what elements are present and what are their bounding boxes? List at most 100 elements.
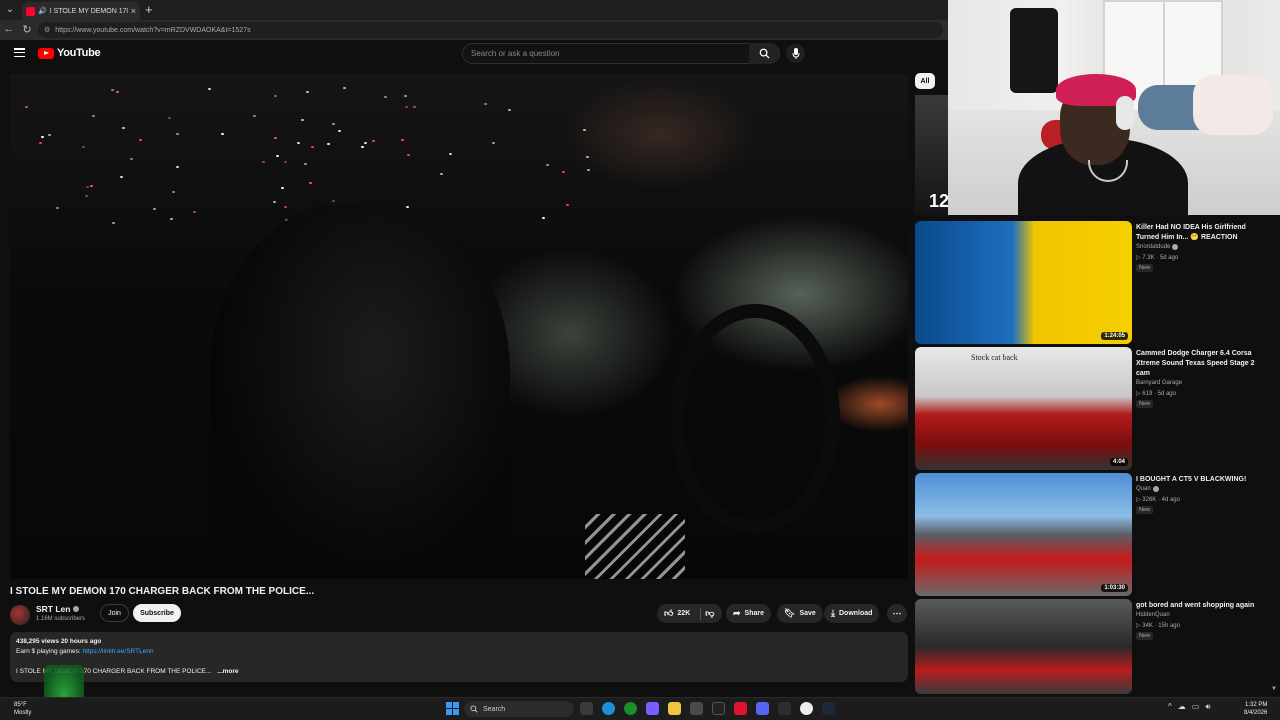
recommendation-thumbnail[interactable]: Stock cat back 4:04 (915, 347, 1132, 470)
more-actions-button[interactable]: ⋯ (887, 604, 907, 623)
star-light (112, 222, 115, 224)
hamburger-menu-icon[interactable] (14, 48, 25, 58)
star-light (401, 139, 404, 141)
app-icon[interactable] (646, 702, 659, 715)
youtube-app-icon[interactable] (734, 702, 747, 715)
description-box[interactable]: 438,295 views 20 hours ago Earn $ playin… (10, 632, 908, 682)
like-count[interactable]: 22K (677, 610, 690, 617)
tab-close-icon[interactable]: × (131, 6, 136, 16)
star-light (311, 146, 314, 148)
voice-search-button[interactable] (786, 44, 805, 63)
share-button[interactable]: ➦ Share (726, 604, 772, 623)
recommendation-item[interactable]: 1:24:05 Killer Had NO IDEA His Girlfrien… (915, 221, 1275, 344)
star-light (208, 88, 211, 90)
new-tab-plus-icon[interactable]: + (145, 2, 153, 17)
clock-date: 8/4/2026 (1244, 710, 1268, 716)
filter-chip-all[interactable]: All (915, 73, 935, 89)
edge-browser-icon[interactable] (602, 702, 615, 715)
new-badge: New (1136, 400, 1154, 408)
recommendation-title[interactable]: got bored and went shopping again (1136, 601, 1261, 611)
recommendation-channel[interactable]: Snordatdude (1136, 244, 1179, 250)
subscribe-button[interactable]: Subscribe (133, 604, 181, 622)
tab-list-chevron-icon[interactable]: ⌄ (3, 3, 17, 17)
partial-thumbnail[interactable]: 12 (915, 95, 948, 215)
browser-tab[interactable]: 🔊 I STOLE MY DEMON 170 CHA × (22, 2, 140, 20)
site-info-icon[interactable]: ⚙ (44, 26, 50, 34)
star-light (413, 106, 416, 108)
join-button[interactable]: Join (100, 604, 129, 622)
youtube-logo[interactable]: YouTube (38, 47, 101, 59)
video-duration: 1:24:05 (1101, 332, 1128, 340)
refresh-icon[interactable]: ↻ (20, 23, 34, 36)
search-input[interactable]: Search or ask a question (462, 43, 780, 64)
star-light (92, 115, 95, 117)
recommendation-thumbnail[interactable]: 1:24:05 (915, 221, 1132, 344)
file-explorer-icon[interactable] (668, 702, 681, 715)
recommendation-thumbnail[interactable]: 1:03:30 (915, 473, 1132, 596)
scroll-down-arrow-icon[interactable]: ▼ (1271, 686, 1277, 692)
weather-widget[interactable]: 85°F Mostly (14, 701, 31, 717)
star-light (364, 142, 367, 144)
recommendation-title[interactable]: I BOUGHT A CT5 V BLACKWING! (1136, 475, 1261, 485)
back-arrow-icon[interactable]: ← (2, 23, 16, 35)
video-title: I STOLE MY DEMON 170 CHARGER BACK FROM T… (10, 586, 315, 597)
star-light (301, 119, 304, 121)
store-icon[interactable] (690, 702, 703, 715)
discord-icon[interactable] (756, 702, 769, 715)
star-light (39, 142, 42, 144)
recommendation-channel-text: Barnyard Garage (1136, 380, 1183, 386)
channel-avatar[interactable] (10, 605, 30, 625)
thumbs-up-icon[interactable]: 👍︎ (664, 608, 673, 619)
recommendation-channel-text: HiddenQuan (1136, 612, 1170, 618)
weather-temp: 85°F (14, 702, 27, 708)
recommendation-item[interactable]: 1:03:30 I BOUGHT A CT5 V BLACKWING! Quan… (915, 473, 1275, 596)
recommendation-meta: ▷ 326K · 4d ago (1136, 496, 1180, 503)
star-light (384, 96, 387, 98)
more-link[interactable]: ...more (217, 668, 238, 675)
star-light (284, 161, 287, 163)
url-field[interactable]: ⚙ https://www.youtube.com/watch?v=mRZDVW… (38, 22, 943, 38)
star-light (562, 171, 565, 173)
recommendation-meta: ▷ 7.3K · 5d ago (1136, 254, 1178, 261)
network-icon[interactable]: ▭ (1192, 702, 1200, 712)
amazon-icon[interactable] (712, 702, 725, 715)
steam-icon[interactable] (822, 702, 835, 715)
taskbar-clock[interactable]: 1:32 PM 8/4/2026 (1244, 701, 1267, 717)
search-icon (759, 48, 770, 59)
star-light (170, 218, 173, 220)
app-icon-2[interactable] (778, 702, 791, 715)
chrome-icon[interactable] (800, 702, 813, 715)
download-button[interactable]: ⤓ Download (824, 604, 880, 623)
verified-badge-icon (1172, 244, 1179, 250)
star-light (338, 130, 341, 132)
tray-chevron-icon[interactable]: ^ (1168, 702, 1172, 712)
video-player[interactable] (10, 74, 908, 579)
recommendation-item[interactable]: got bored and went shopping again Hidden… (915, 599, 1275, 694)
recommendation-title[interactable]: Killer Had NO IDEA His Girlfriend Turned… (1136, 223, 1261, 243)
windows-start-icon[interactable] (446, 702, 459, 715)
star-light (116, 91, 119, 93)
save-button[interactable]: 🔖︎ Save (777, 604, 823, 623)
recommendation-item[interactable]: Stock cat back 4:04 Cammed Dodge Charger… (915, 347, 1275, 470)
channel-name[interactable]: SRT Len (36, 604, 80, 614)
recommendation-channel[interactable]: Barnyard Garage (1136, 380, 1182, 386)
volume-icon[interactable]: 🔊︎ (1205, 702, 1210, 712)
recommendation-title[interactable]: Cammed Dodge Charger 6.4 Corsa Xtreme So… (1136, 349, 1261, 379)
xbox-icon[interactable] (624, 702, 637, 715)
speaker-icon[interactable]: 🔊 (38, 7, 47, 15)
youtube-favicon-icon (26, 6, 35, 16)
linktree-link[interactable]: https://linktr.ee/SRTLenn (83, 648, 154, 655)
star-light (25, 106, 28, 108)
star-light (48, 134, 51, 136)
star-light (484, 103, 487, 105)
recommendation-channel[interactable]: HiddenQuan (1136, 612, 1170, 618)
search-button[interactable] (749, 43, 779, 64)
task-view-icon[interactable] (580, 702, 593, 715)
star-light (273, 201, 276, 203)
taskbar-search[interactable]: Search (464, 701, 574, 717)
channel-name-text: SRT Len (36, 604, 71, 614)
onedrive-icon[interactable]: ☁ (1178, 702, 1186, 712)
thumbs-down-icon[interactable]: 👎︎ (705, 608, 714, 619)
recommendation-channel[interactable]: Quan (1136, 486, 1159, 492)
recommendation-thumbnail[interactable] (915, 599, 1132, 694)
